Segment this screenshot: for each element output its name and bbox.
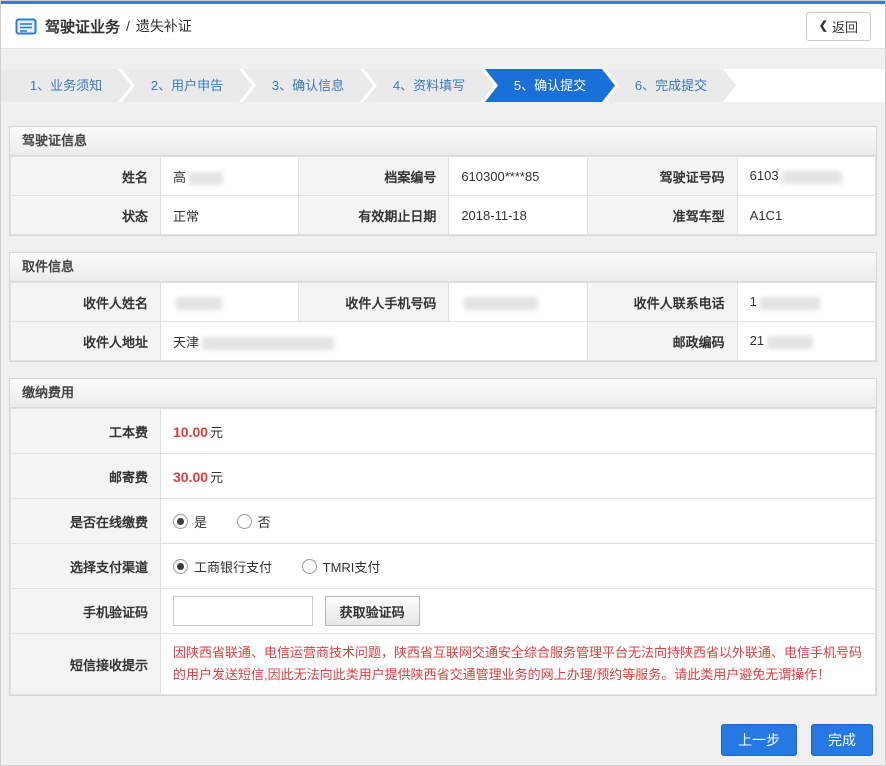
finish-button[interactable]: 完成 <box>811 724 873 756</box>
lost-license-replacement-page: 驾驶证业务 / 遗失补证 ❮ 返回 1、业务须知 2、用户申告 3、确认信息 4… <box>0 0 886 766</box>
step-1-business-notice[interactable]: 1、业务须知 <box>1 69 131 102</box>
pickup-info-title: 取件信息 <box>10 253 876 282</box>
pickup-info-table: 收件人姓名 收件人手机号码 收件人联系电话 1 收件人地址 天津 邮政编码 21 <box>10 282 876 361</box>
online-payment-label: 是否在线缴费 <box>11 499 161 544</box>
expiry-date-value: 2018-11-18 <box>449 196 587 235</box>
recipient-mobile-value <box>449 283 587 322</box>
file-number-label: 档案编号 <box>299 157 449 196</box>
table-row: 短信接收提示 因陕西省联通、电信运营商技术问题，陕西省互联网交通安全综合服务管理… <box>11 634 876 695</box>
license-number-label: 驾驶证号码 <box>587 157 737 196</box>
sms-captcha-field: 获取验证码 <box>161 589 876 634</box>
payment-channel-label: 选择支付渠道 <box>11 544 161 589</box>
redacted-blur <box>176 297 222 310</box>
payment-fees-title: 缴纳费用 <box>10 379 876 408</box>
step-5-confirm-submit-active[interactable]: 5、确认提交 <box>485 69 615 102</box>
postage-unit: 元 <box>210 470 223 485</box>
sms-notice-label: 短信接收提示 <box>11 634 161 695</box>
name-label: 姓名 <box>11 157 161 196</box>
pickup-info-section: 取件信息 收件人姓名 收件人手机号码 收件人联系电话 1 收件人地址 天津 邮政… <box>9 252 877 362</box>
production-cost-value: 10.00元 <box>161 409 876 454</box>
get-captcha-button[interactable]: 获取验证码 <box>325 596 420 626</box>
file-number-value: 610300****85 <box>449 157 587 196</box>
step-navigation: 1、业务须知 2、用户申告 3、确认信息 4、资料填写 5、确认提交 6、完成提… <box>1 69 885 102</box>
table-row: 手机验证码 获取验证码 <box>11 589 876 634</box>
postage-fee-label: 邮寄费 <box>11 454 161 499</box>
sms-notice-value: 因陕西省联通、电信运营商技术问题，陕西省互联网交通安全综合服务管理平台无法向持陕… <box>161 634 876 695</box>
cost-amount: 10.00 <box>173 424 208 440</box>
radio-unchecked-icon <box>237 514 252 529</box>
breadcrumb-separator: / <box>126 18 130 34</box>
sms-captcha-label: 手机验证码 <box>11 589 161 634</box>
table-row: 姓名 高 档案编号 610300****85 驾驶证号码 6103 <box>11 157 876 196</box>
recipient-name-value <box>161 283 299 322</box>
production-cost-label: 工本费 <box>11 409 161 454</box>
license-number-value: 6103 <box>737 157 875 196</box>
step-3-confirm-info[interactable]: 3、确认信息 <box>243 69 373 102</box>
status-value: 正常 <box>161 196 299 235</box>
payment-fees-table: 工本费 10.00元 邮寄费 30.00元 是否在线缴费 是 否 <box>10 408 876 695</box>
redacted-blur <box>782 171 842 184</box>
recipient-phone-value: 1 <box>737 283 875 322</box>
radio-label: 工商银行支付 <box>194 560 272 575</box>
radio-label: 否 <box>258 515 271 530</box>
redacted-blur <box>189 172 223 185</box>
recipient-address-value: 天津 <box>161 322 588 361</box>
table-row: 状态 正常 有效期止日期 2018-11-18 准驾车型 A1C1 <box>11 196 876 235</box>
table-row: 选择支付渠道 工商银行支付 TMRI支付 <box>11 544 876 589</box>
back-chevron-icon: ❮ <box>819 19 828 32</box>
license-info-title: 驾驶证信息 <box>10 127 876 156</box>
back-button-label: 返回 <box>832 17 858 36</box>
status-label: 状态 <box>11 196 161 235</box>
online-payment-options: 是 否 <box>161 499 876 544</box>
radio-label: TMRI支付 <box>323 560 381 575</box>
recipient-address-label: 收件人地址 <box>11 322 161 361</box>
postage-amount: 30.00 <box>173 469 208 485</box>
recipient-name-label: 收件人姓名 <box>11 283 161 322</box>
page-header: 驾驶证业务 / 遗失补证 ❮ 返回 <box>1 4 885 49</box>
redacted-blur <box>464 297 538 310</box>
cost-unit: 元 <box>210 425 223 440</box>
captcha-input[interactable] <box>173 596 313 626</box>
radio-channel-tmri[interactable]: TMRI支付 <box>302 557 381 576</box>
postage-fee-value: 30.00元 <box>161 454 876 499</box>
step-2-user-declaration[interactable]: 2、用户申告 <box>122 69 252 102</box>
radio-online-yes[interactable]: 是 <box>173 512 207 531</box>
license-info-table: 姓名 高 档案编号 610300****85 驾驶证号码 6103 状态 正常 … <box>10 156 876 235</box>
radio-label: 是 <box>194 515 207 530</box>
vehicle-class-value: A1C1 <box>737 196 875 235</box>
table-row: 是否在线缴费 是 否 <box>11 499 876 544</box>
recipient-phone-label: 收件人联系电话 <box>587 283 737 322</box>
redacted-blur <box>760 297 820 310</box>
redacted-blur <box>202 337 334 350</box>
breadcrumb-current: 遗失补证 <box>136 16 192 36</box>
table-row: 收件人姓名 收件人手机号码 收件人联系电话 1 <box>11 283 876 322</box>
sms-warning-text: 因陕西省联通、电信运营商技术问题，陕西省互联网交通安全综合服务管理平台无法向持陕… <box>173 642 863 686</box>
back-button[interactable]: ❮ 返回 <box>806 12 871 41</box>
payment-channel-options: 工商银行支付 TMRI支付 <box>161 544 876 589</box>
vehicle-class-label: 准驾车型 <box>587 196 737 235</box>
radio-channel-icbc[interactable]: 工商银行支付 <box>173 557 272 576</box>
license-info-section: 驾驶证信息 姓名 高 档案编号 610300****85 驾驶证号码 6103 … <box>9 126 877 236</box>
table-row: 邮寄费 30.00元 <box>11 454 876 499</box>
redacted-blur <box>767 336 813 349</box>
license-card-icon <box>15 18 37 35</box>
table-row: 工本费 10.00元 <box>11 409 876 454</box>
name-value: 高 <box>161 157 299 196</box>
radio-unchecked-icon <box>302 559 317 574</box>
payment-fees-section: 缴纳费用 工本费 10.00元 邮寄费 30.00元 是否在线缴费 是 <box>9 378 877 696</box>
footer-actions: 上一步 完成 <box>13 724 873 756</box>
step-6-complete-submit[interactable]: 6、完成提交 <box>606 69 736 102</box>
page-title: 驾驶证业务 <box>45 16 120 37</box>
radio-online-no[interactable]: 否 <box>237 512 271 531</box>
previous-step-button[interactable]: 上一步 <box>721 724 797 756</box>
postal-code-value: 21 <box>737 322 875 361</box>
expiry-date-label: 有效期止日期 <box>299 196 449 235</box>
step-4-fill-data[interactable]: 4、资料填写 <box>364 69 494 102</box>
radio-checked-icon <box>173 514 188 529</box>
postal-code-label: 邮政编码 <box>587 322 737 361</box>
radio-checked-icon <box>173 559 188 574</box>
recipient-mobile-label: 收件人手机号码 <box>299 283 449 322</box>
table-row: 收件人地址 天津 邮政编码 21 <box>11 322 876 361</box>
